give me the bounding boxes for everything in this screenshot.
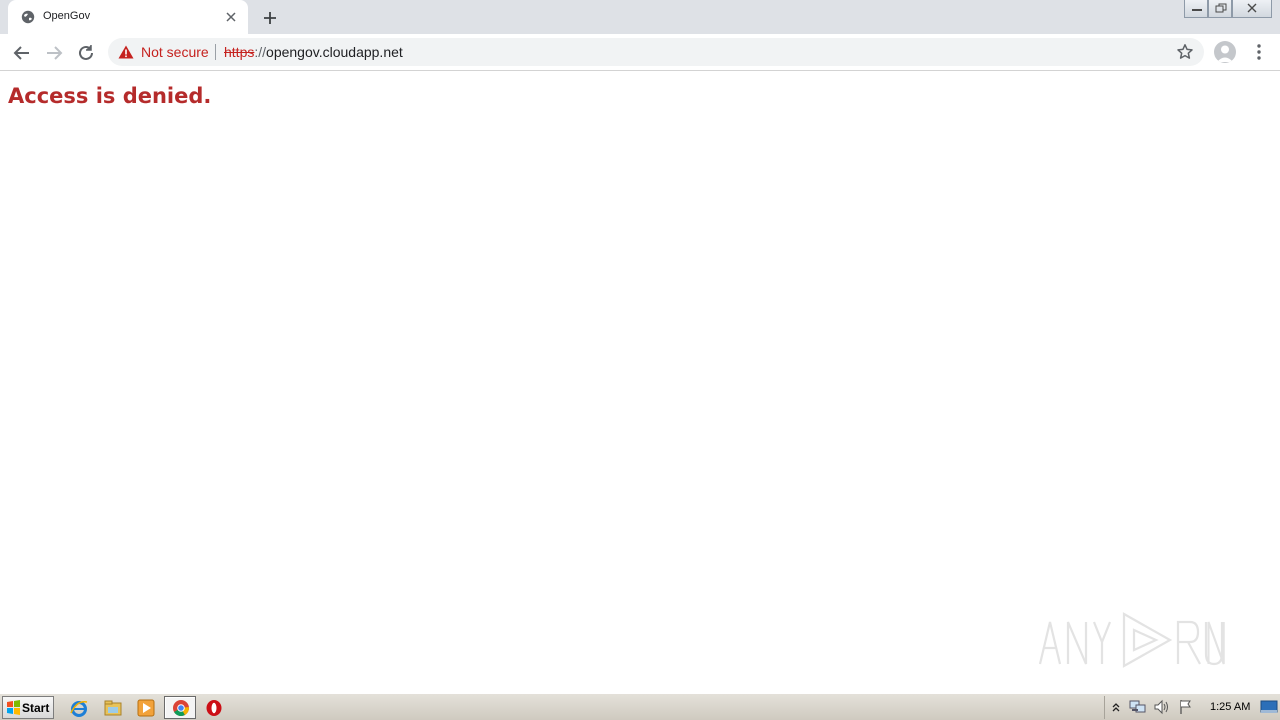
reload-icon[interactable] <box>75 42 97 64</box>
warning-icon[interactable] <box>118 45 134 59</box>
clock[interactable]: 1:25 AM <box>1210 701 1250 713</box>
url-separator: :// <box>254 44 267 60</box>
globe-icon <box>21 10 35 24</box>
file-explorer-icon[interactable] <box>103 698 123 718</box>
url-scheme: https <box>224 44 255 60</box>
anyrun-watermark <box>1038 612 1225 668</box>
tab-title: OpenGov <box>43 10 91 22</box>
network-icon[interactable] <box>1129 699 1147 715</box>
media-player-icon[interactable] <box>136 698 156 718</box>
action-center-flag-icon[interactable] <box>1178 699 1194 715</box>
new-tab-button[interactable] <box>260 8 280 28</box>
restore-button[interactable] <box>1208 0 1232 18</box>
system-tray: 1:25 AM <box>1104 696 1280 719</box>
start-label: Start <box>22 701 50 715</box>
browser-tab[interactable]: OpenGov <box>8 0 248 34</box>
windows-flag-icon <box>7 700 20 715</box>
back-arrow-icon[interactable] <box>11 42 33 64</box>
chrome-icon <box>173 700 189 716</box>
tab-strip: OpenGov <box>0 0 1280 34</box>
browser-toolbar: Not secure https://opengov.cloudapp.net <box>0 34 1280 71</box>
bookmark-star-icon[interactable] <box>1176 43 1194 61</box>
show-hidden-icons-icon[interactable] <box>1111 701 1121 713</box>
minimize-button[interactable] <box>1184 0 1208 18</box>
not-secure-label[interactable]: Not secure <box>141 44 209 60</box>
start-button[interactable]: Start <box>2 696 54 719</box>
close-tab-icon[interactable] <box>224 10 238 24</box>
url-host: opengov.cloudapp.net <box>266 44 403 60</box>
forward-arrow-icon[interactable] <box>43 42 65 64</box>
volume-icon[interactable] <box>1153 699 1171 715</box>
chrome-taskbar-button[interactable] <box>164 696 196 719</box>
profile-avatar-icon[interactable] <box>1214 41 1236 63</box>
close-window-button[interactable] <box>1232 0 1272 18</box>
windows-taskbar: Start 1:25 AM <box>0 693 1280 720</box>
url-text[interactable]: https://opengov.cloudapp.net <box>224 44 403 60</box>
page-heading: Access is denied. <box>8 84 212 108</box>
omnibox-divider <box>215 44 216 60</box>
show-desktop-icon[interactable] <box>1260 700 1278 714</box>
internet-explorer-icon[interactable] <box>69 698 89 718</box>
opera-icon[interactable] <box>204 698 224 718</box>
address-bar[interactable]: Not secure https://opengov.cloudapp.net <box>108 38 1204 66</box>
kebab-menu-icon[interactable] <box>1250 42 1268 62</box>
